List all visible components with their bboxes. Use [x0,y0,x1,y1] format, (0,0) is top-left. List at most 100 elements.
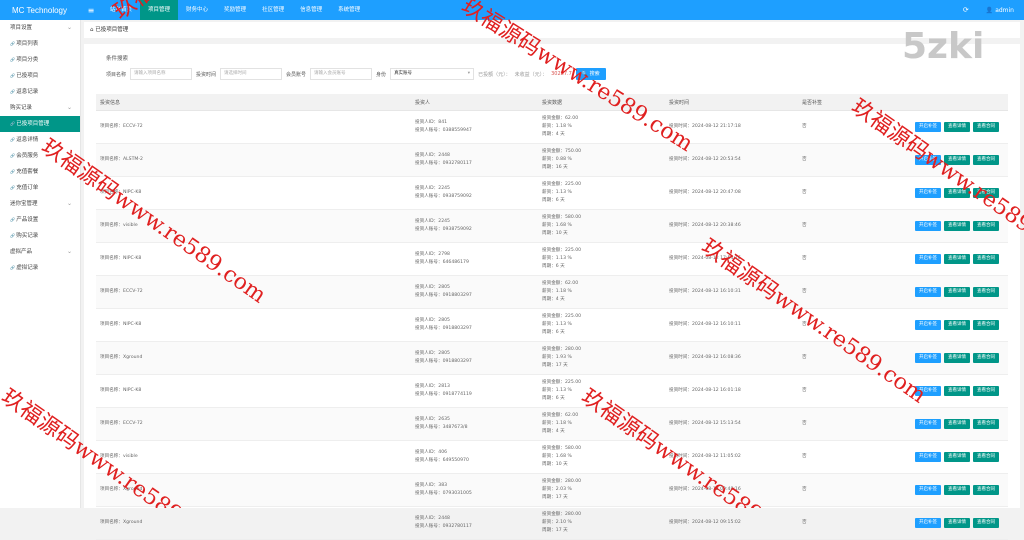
contract-button[interactable]: 查看合同 [973,353,999,363]
detail-button[interactable]: 查看详情 [944,386,970,396]
invest-time: 投资时间：2024-08-12 09:15:02 [669,520,741,525]
cell-investor: 投资人ID：2448 投资人账号：0932780117 [411,143,538,177]
home-icon[interactable]: ⌂ [90,27,94,33]
sidebar-group[interactable]: 迷你宝管理 ⌄ [0,196,80,212]
contract-button[interactable]: 查看合同 [973,452,999,462]
detail-button[interactable]: 查看详情 [944,287,970,297]
contract-button[interactable]: 查看合同 [973,188,999,198]
sidebar-item[interactable]: 🔗 已投项目 [0,68,80,84]
table-row: 项目名称：Xground 投资人ID：2805 投资人账号：0918803297 投资… [96,341,1008,375]
resign-button[interactable]: 开启补签 [915,287,941,297]
nav-item[interactable]: 项目管理 [140,0,179,20]
project-name: 项目名称：ECCV-72 [100,421,143,426]
menu-toggle-icon[interactable]: ≡ [80,6,102,15]
invest-rate: 薪资：1.93 % [542,355,572,360]
sidebar-item[interactable]: 🔗 返息记录 [0,84,80,100]
detail-button[interactable]: 查看详情 [944,188,970,198]
contract-button[interactable]: 查看合同 [973,485,999,495]
sidebar: 项目设置 ⌄ 🔗 项目列表 🔗 项目分类 🔗 已投项目 🔗 返息记录 购买记录 ⌄ 🔗 已投项目… [0,20,81,508]
project-name-input[interactable]: 请输入项目名称 [130,68,193,80]
nav-item[interactable]: 社区管理 [254,0,292,20]
contract-button[interactable]: 查看合同 [973,287,999,297]
user-menu[interactable]: 👤 admin [976,7,1024,14]
resign-button[interactable]: 开启补签 [915,452,941,462]
investor-id: 投资人ID：2448 [415,516,450,521]
investor-account: 投资人账号：649550970 [415,458,469,463]
contract-button[interactable]: 查看合同 [973,122,999,132]
resign-button[interactable]: 开启补签 [915,221,941,231]
sidebar-group[interactable]: 项目设置 ⌄ [0,20,80,36]
detail-button[interactable]: 查看详情 [944,518,970,528]
resign-button[interactable]: 开启补签 [915,122,941,132]
refresh-icon[interactable]: ⟳ [956,6,976,14]
row-actions: 开启补签 查看详情 查看合同 [867,122,1007,132]
detail-button[interactable]: 查看详情 [944,353,970,363]
cell-invest-info: 项目名称：NIPC-K8 [96,308,411,342]
sidebar-item[interactable]: 🔗 已投项目管理 [0,116,80,132]
cell-ops: 开启补签 查看详情 查看合同 [863,209,1008,243]
sidebar-item[interactable]: 🔗 充值订单 [0,180,80,196]
sidebar-item[interactable]: 🔗 返息详情 [0,132,80,148]
sidebar-item[interactable]: 🔗 产品设置 [0,212,80,228]
sidebar-item[interactable]: 🔗 会员服务 [0,148,80,164]
detail-button[interactable]: 查看详情 [944,320,970,330]
resign-button[interactable]: 开启补签 [915,386,941,396]
sidebar-item[interactable]: 🔗 充值套餐 [0,164,80,180]
cell-resign: 否 [798,242,863,276]
nav-item[interactable]: 系统管理 [330,0,368,20]
invest-time-input[interactable]: 请选择时间 [220,68,283,80]
cell-invest-time: 投资时间：2024-08-12 15:13:54 [665,407,798,441]
cell-ops: 开启补签 查看详情 查看合同 [863,176,1008,210]
sidebar-group[interactable]: 虚拟产品 ⌄ [0,244,80,260]
resign-button[interactable]: 开启补签 [915,155,941,165]
detail-button[interactable]: 查看详情 [944,122,970,132]
detail-button[interactable]: 查看详情 [944,155,970,165]
sidebar-item-label: 迷你宝管理 [10,201,38,207]
resign-button[interactable]: 开启补签 [915,320,941,330]
project-name: 项目名称：NIPC-K8 [100,388,142,393]
contract-button[interactable]: 查看合同 [973,518,999,528]
contract-button[interactable]: 查看合同 [973,386,999,396]
cell-invest-data: 投资金额：280.00 薪资：2.03 % 周期：17 天 [538,473,665,507]
nav-item[interactable]: 信息管理 [292,0,330,20]
search-button[interactable]: 🔍 搜索 [575,68,606,80]
nav-item[interactable]: 奖励管理 [216,0,254,20]
project-name: 项目名称：ECCV-72 [100,289,143,294]
investor-account: 投资人账号：0938759092 [415,227,472,232]
invest-amount: 投资金额：225.00 [542,314,582,319]
cell-invest-data: 投资金额：62.00 薪资：1.18 % 周期：4 天 [538,275,665,309]
sidebar-item[interactable]: 🔗 购买记录 [0,228,80,244]
sidebar-item-label: 产品设置 [16,217,39,223]
resign-button[interactable]: 开启补签 [915,188,941,198]
cell-ops: 开启补签 查看详情 查看合同 [863,506,1008,540]
detail-button[interactable]: 查看详情 [944,419,970,429]
resign-button[interactable]: 开启补签 [915,254,941,264]
sidebar-item[interactable]: 🔗 项目列表 [0,36,80,52]
contract-button[interactable]: 查看合同 [973,221,999,231]
sidebar-group[interactable]: 购买记录 ⌄ [0,100,80,116]
detail-button[interactable]: 查看详情 [944,221,970,231]
detail-button[interactable]: 查看详情 [944,485,970,495]
project-name: 项目名称：NIPC-K8 [100,256,142,261]
col-ops [863,94,1008,111]
resign-button[interactable]: 开启补签 [915,419,941,429]
resign-button[interactable]: 开启补签 [915,485,941,495]
sidebar-item[interactable]: 🔗 项目分类 [0,52,80,68]
nav-item[interactable]: 财务中心 [178,0,216,20]
detail-button[interactable]: 查看详情 [944,452,970,462]
investor-account: 投资人账号：0388559947 [415,128,472,133]
row-actions: 开启补签 查看详情 查看合同 [867,221,1007,231]
resign-button[interactable]: 开启补签 [915,518,941,528]
resign-button[interactable]: 开启补签 [915,353,941,363]
detail-button[interactable]: 查看详情 [944,254,970,264]
sidebar-item[interactable]: 🔗 虚拟记录 [0,260,80,276]
member-account-input[interactable]: 请输入会员账号 [310,68,373,80]
contract-button[interactable]: 查看合同 [973,155,999,165]
contract-button[interactable]: 查看合同 [973,320,999,330]
nav-item[interactable]: 站台首页 [102,0,140,20]
identity-select[interactable]: 真实账号 [390,68,475,80]
col-investor: 投资人 [411,94,538,111]
contract-button[interactable]: 查看合同 [973,254,999,264]
contract-button[interactable]: 查看合同 [973,419,999,429]
cell-resign: 否 [798,275,863,309]
